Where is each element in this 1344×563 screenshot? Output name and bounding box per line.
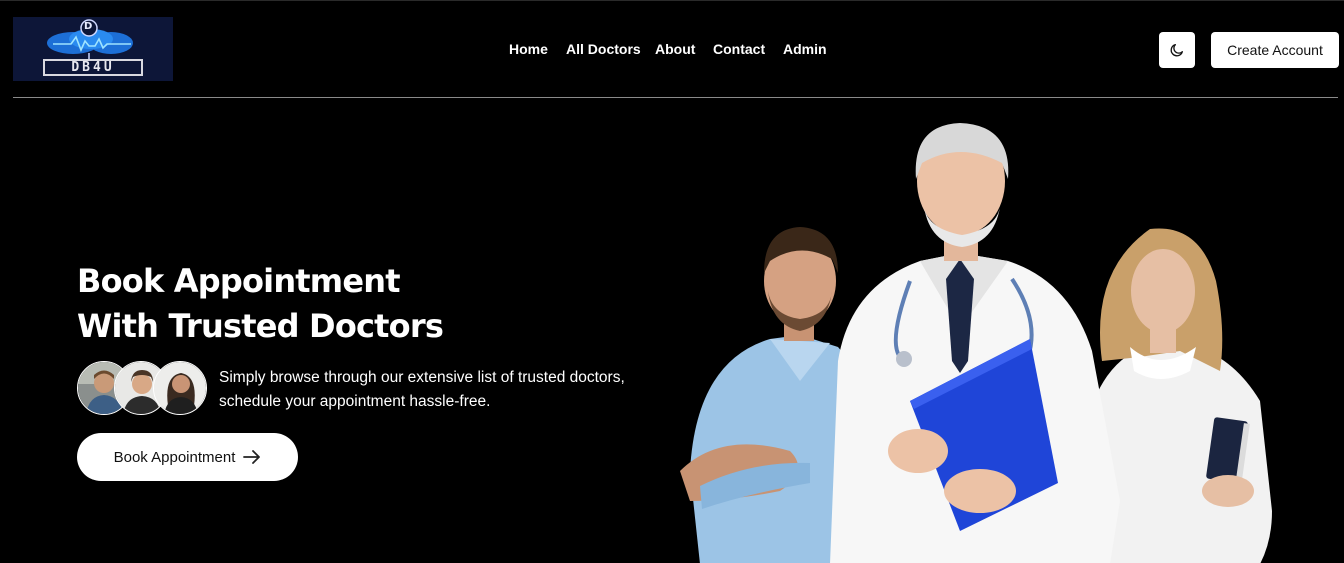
patient-avatars <box>77 361 212 417</box>
nav-all-doctors[interactable]: All Doctors <box>566 39 641 59</box>
doctor-center <box>830 123 1120 563</box>
arrow-right-icon <box>243 450 261 464</box>
hero-description: Simply browse through our extensive list… <box>219 366 659 414</box>
hero-description-line-1: Simply browse through our extensive list… <box>219 369 625 386</box>
header-divider <box>13 97 1338 98</box>
nav-contact[interactable]: Contact <box>713 39 765 59</box>
logo-text: DB4U <box>43 59 143 76</box>
nav-admin[interactable]: Admin <box>783 39 827 59</box>
hero-description-line-2: schedule your appointment hassle-free. <box>219 393 491 410</box>
theme-toggle-button[interactable] <box>1159 32 1195 68</box>
doctors-illustration <box>680 123 1272 563</box>
book-appointment-button[interactable]: Book Appointment <box>77 433 298 481</box>
main-nav: Home All Doctors About Contact Admin <box>0 39 1344 61</box>
page: D DB4U Home All Doctors About Contact Ad… <box>0 0 1344 563</box>
hero-title-line-2: With Trusted Doctors <box>77 307 444 345</box>
hero-title-line-1: Book Appointment <box>77 262 401 300</box>
create-account-button[interactable]: Create Account <box>1211 32 1339 68</box>
nav-home[interactable]: Home <box>509 39 548 59</box>
logo-letter: D <box>84 21 93 32</box>
hero-title: Book Appointment With Trusted Doctors <box>77 259 444 349</box>
nav-about[interactable]: About <box>655 39 695 59</box>
avatar <box>153 361 207 415</box>
moon-icon <box>1170 44 1183 57</box>
book-appointment-label: Book Appointment <box>113 448 236 466</box>
